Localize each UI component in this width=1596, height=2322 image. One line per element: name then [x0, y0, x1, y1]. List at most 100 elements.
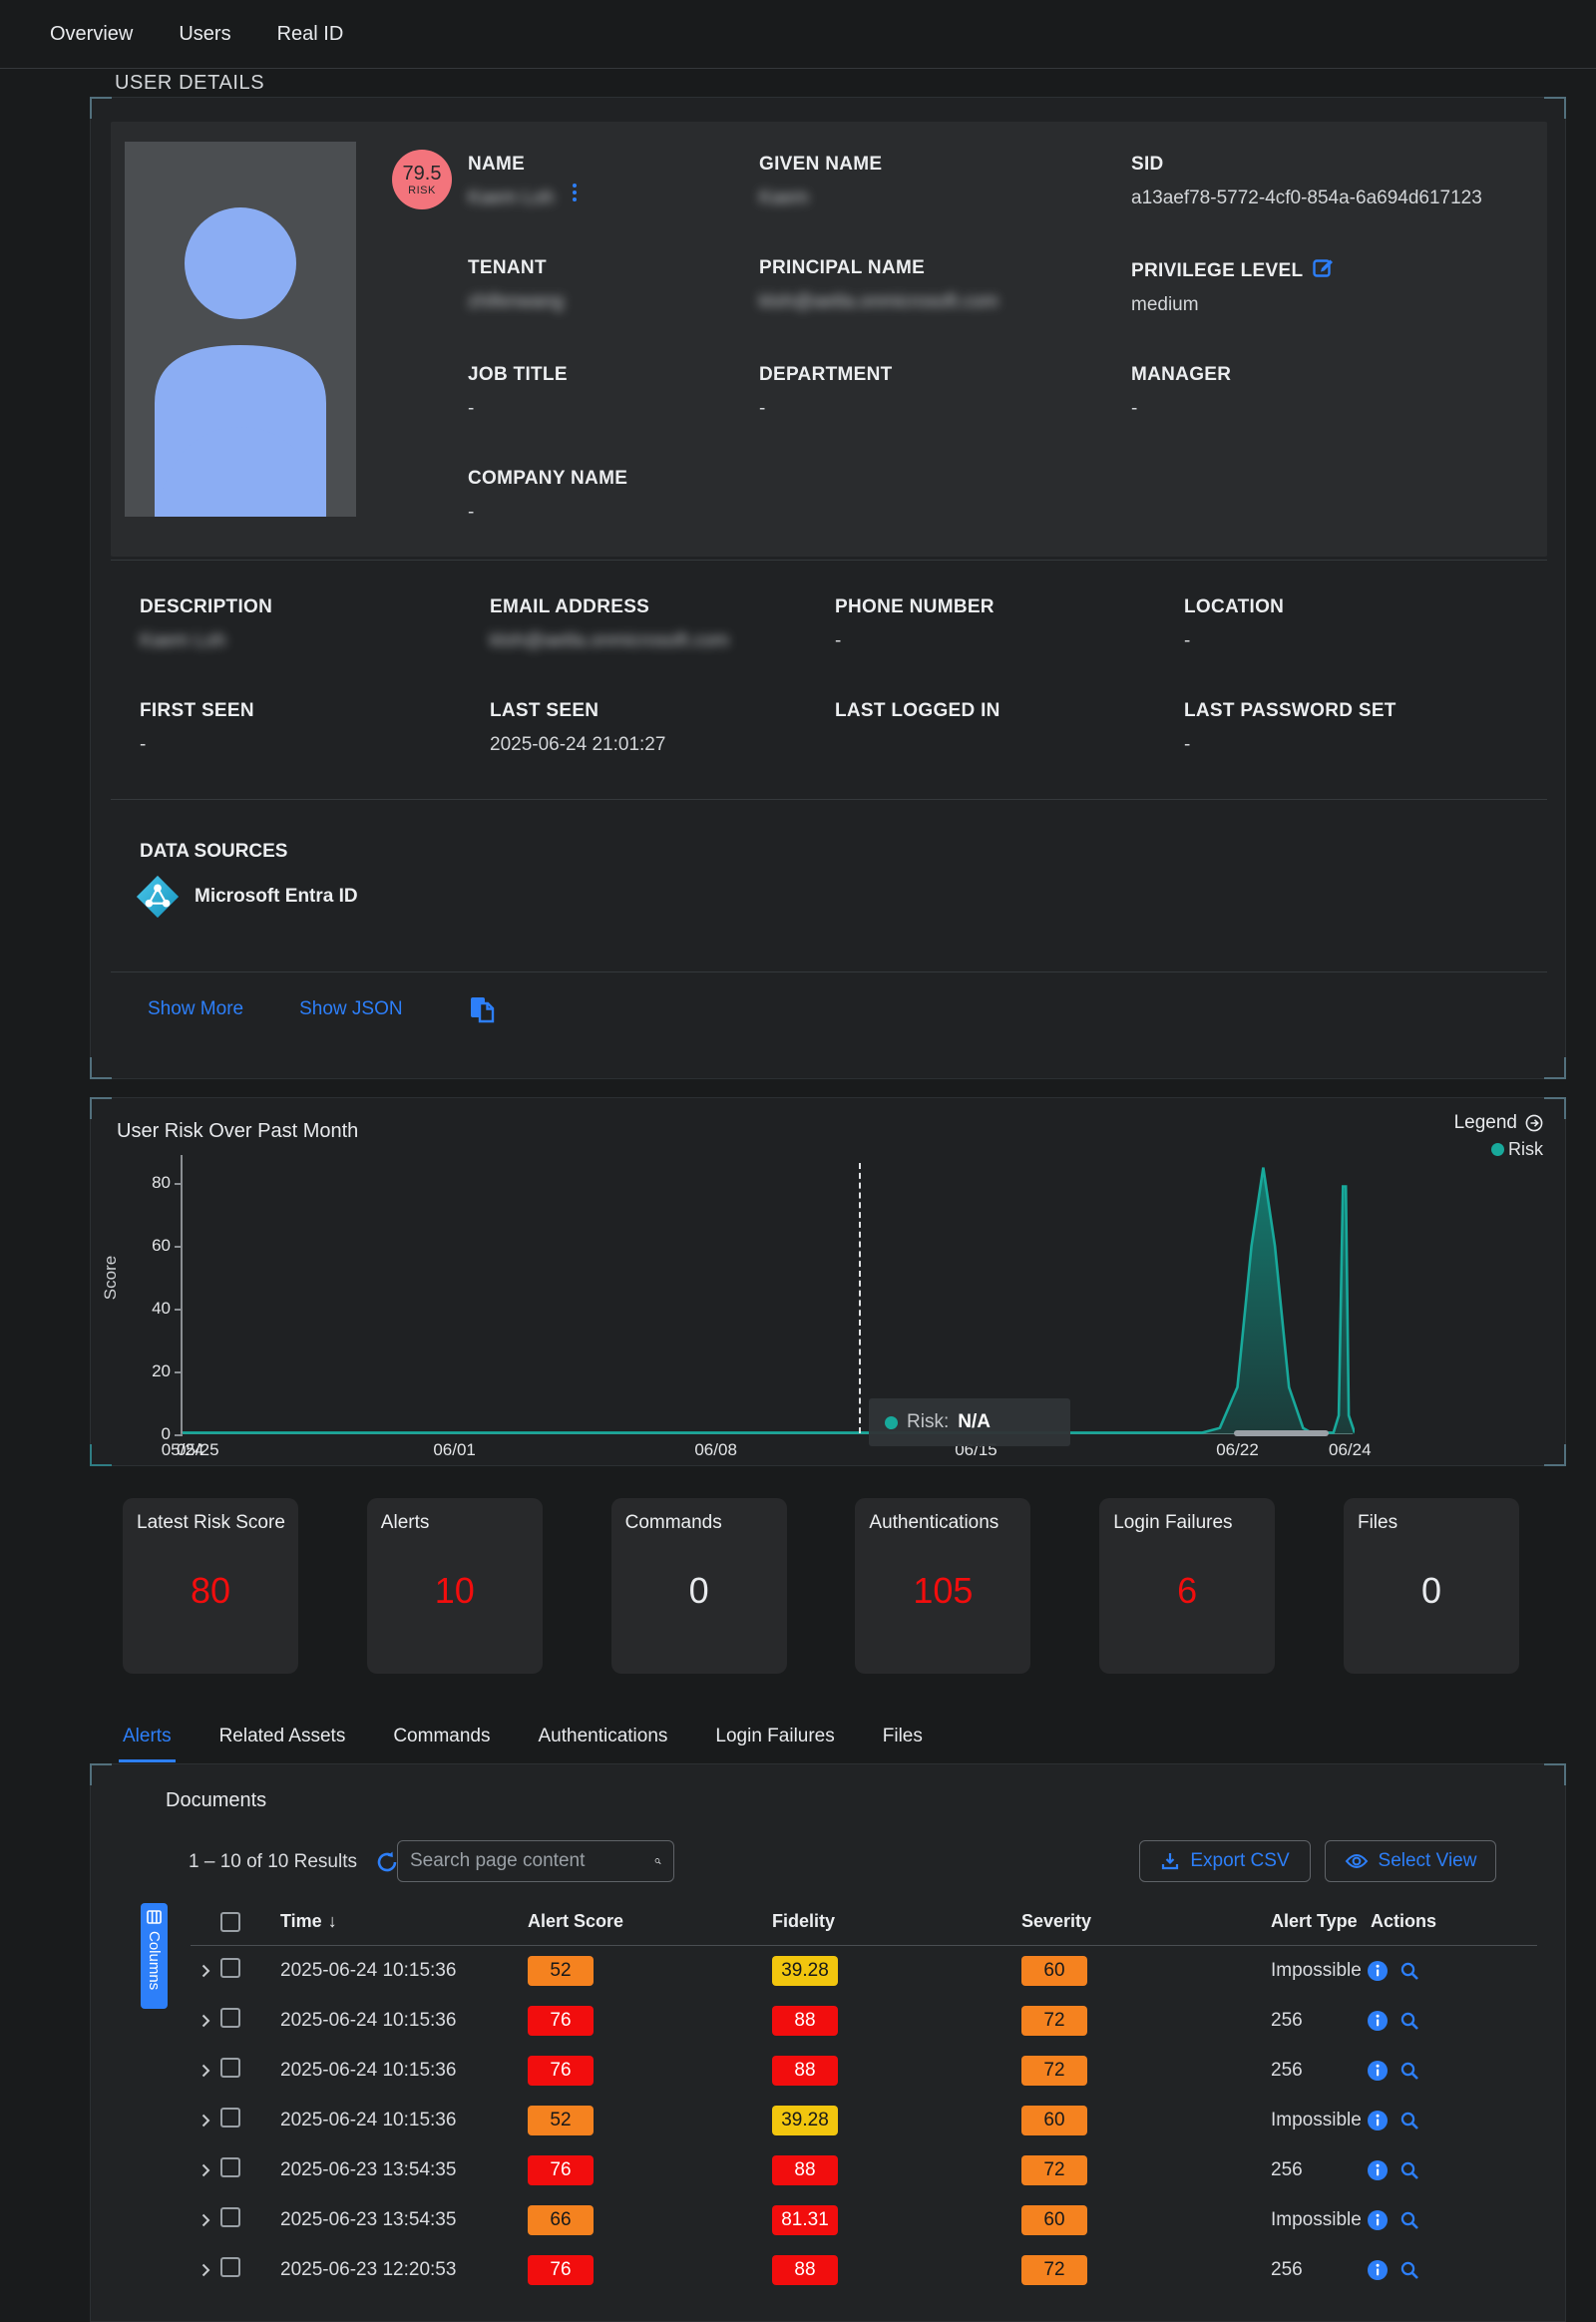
- nav-item-users[interactable]: Users: [179, 23, 230, 46]
- field-value: -: [468, 502, 759, 524]
- tooltip-value: N/A: [958, 1411, 991, 1433]
- field-location: LOCATION -: [1184, 596, 1396, 652]
- more-menu-icon[interactable]: [573, 184, 577, 201]
- column-header-time[interactable]: Time↓: [262, 1911, 515, 1932]
- cell-alert-type: Impossible: [1258, 1960, 1358, 1982]
- tab-commands[interactable]: Commands: [389, 1720, 494, 1762]
- field-value: -: [468, 398, 759, 420]
- investigate-icon[interactable]: [1399, 1961, 1419, 1981]
- y-axis-tick: 60: [131, 1236, 171, 1256]
- field-value: -: [835, 630, 1184, 652]
- severity-badge: 60: [1021, 2106, 1087, 2135]
- risk-chart-plot[interactable]: 020406080 05/2405/2506/0106/0806/1506/22…: [181, 1155, 1353, 1434]
- info-icon[interactable]: [1368, 2210, 1388, 2230]
- tab-login-failures[interactable]: Login Failures: [711, 1720, 838, 1762]
- show-json-link[interactable]: Show JSON: [299, 998, 402, 1020]
- refresh-icon[interactable]: [375, 1850, 399, 1874]
- stat-value: 10: [367, 1570, 543, 1612]
- user-details-title: USER DETAILS: [115, 72, 264, 95]
- row-checkbox[interactable]: [220, 2157, 240, 2177]
- search-input[interactable]: [410, 1850, 654, 1872]
- cell-alert-type: 256: [1258, 2060, 1358, 2082]
- info-icon[interactable]: [1368, 2061, 1388, 2081]
- legend-toggle[interactable]: Legend: [1454, 1112, 1543, 1134]
- row-checkbox[interactable]: [220, 2257, 240, 2277]
- column-header-severity[interactable]: Severity: [1008, 1911, 1258, 1932]
- fidelity-badge: 39.28: [772, 2106, 838, 2135]
- row-checkbox[interactable]: [220, 2207, 240, 2227]
- field-last-password-set: LAST PASSWORD SET -: [1184, 700, 1396, 756]
- field-value: a13aef78-5772-4cf0-854a-6a694d617123: [1131, 188, 1482, 209]
- tab-files[interactable]: Files: [879, 1720, 927, 1762]
- investigate-icon[interactable]: [1399, 2210, 1419, 2230]
- expand-row-icon[interactable]: [191, 1964, 220, 1978]
- expand-row-icon[interactable]: [191, 2014, 220, 2028]
- stat-card-latest-risk-score: Latest Risk Score 80: [123, 1498, 298, 1674]
- expand-row-icon[interactable]: [191, 2064, 220, 2078]
- risk-chart-panel: User Risk Over Past Month Legend Risk Sc…: [90, 1097, 1566, 1466]
- stat-card-login-failures: Login Failures 6: [1099, 1498, 1275, 1674]
- tab-authentications[interactable]: Authentications: [534, 1720, 671, 1762]
- info-icon[interactable]: [1368, 2160, 1388, 2180]
- copy-icon[interactable]: [469, 995, 495, 1023]
- info-icon[interactable]: [1368, 2011, 1388, 2031]
- tab-related-assets[interactable]: Related Assets: [215, 1720, 350, 1762]
- alert-score-badge: 66: [528, 2205, 594, 2235]
- field-value: -: [1184, 630, 1396, 652]
- nav-item-real-id[interactable]: Real ID: [277, 23, 344, 46]
- field-label: DEPARTMENT: [759, 364, 1131, 386]
- sort-desc-icon: ↓: [328, 1911, 337, 1931]
- nav-item-overview[interactable]: Overview: [50, 23, 133, 46]
- columns-button[interactable]: Columns: [141, 1903, 168, 2009]
- fidelity-badge: 88: [772, 2056, 838, 2086]
- row-checkbox[interactable]: [220, 1958, 240, 1978]
- investigate-icon[interactable]: [1399, 2061, 1419, 2081]
- edit-privilege-icon[interactable]: [1313, 257, 1335, 279]
- axis-brush-handle[interactable]: [1234, 1430, 1329, 1436]
- documents-title: Documents: [166, 1789, 266, 1812]
- show-more-link[interactable]: Show More: [148, 998, 243, 1020]
- select-all-checkbox[interactable]: [220, 1912, 240, 1932]
- x-axis-tick: 06/01: [433, 1440, 476, 1460]
- column-header-fidelity[interactable]: Fidelity: [759, 1911, 1008, 1932]
- field-label: LAST PASSWORD SET: [1184, 700, 1396, 722]
- cell-time: 2025-06-23 12:20:53: [262, 2259, 515, 2281]
- info-icon[interactable]: [1368, 2260, 1388, 2280]
- user-fields-grid: 79.5 RISK NAME Kaem Loh GIVEN NAME Kaem …: [392, 154, 1482, 524]
- cell-time: 2025-06-23 13:54:35: [262, 2209, 515, 2231]
- row-checkbox[interactable]: [220, 2058, 240, 2078]
- select-view-button[interactable]: Select View: [1325, 1840, 1496, 1882]
- column-header-alert-type[interactable]: Alert Type: [1258, 1911, 1358, 1932]
- investigate-icon[interactable]: [1399, 2011, 1419, 2031]
- legend-item-risk[interactable]: Risk: [1454, 1139, 1543, 1160]
- avatar: [125, 142, 356, 517]
- expand-row-icon[interactable]: [191, 2114, 220, 2128]
- info-icon[interactable]: [1368, 2111, 1388, 2130]
- field-label: PRIVILEGE LEVEL: [1131, 257, 1482, 282]
- stats-row: Latest Risk Score 80 Alerts 10 Commands …: [123, 1498, 1519, 1674]
- investigate-icon[interactable]: [1399, 2160, 1419, 2180]
- divider: [111, 799, 1547, 800]
- row-checkbox[interactable]: [220, 2008, 240, 2028]
- field-tenant: TENANT zhifenwang: [392, 257, 759, 316]
- info-icon[interactable]: [1368, 1961, 1388, 1981]
- export-csv-button[interactable]: Export CSV: [1139, 1840, 1311, 1882]
- y-axis-ticks: 020406080: [131, 1155, 171, 1434]
- cell-time: 2025-06-24 10:15:36: [262, 2010, 515, 2032]
- field-value: kloh@aetla.onmicrosoft.com: [759, 291, 1131, 313]
- expand-row-icon[interactable]: [191, 2263, 220, 2277]
- table-row: 2025-06-24 10:15:36 76 88 72 256: [191, 1996, 1537, 2046]
- row-checkbox[interactable]: [220, 2108, 240, 2128]
- expand-row-icon[interactable]: [191, 2163, 220, 2177]
- column-header-alert-score[interactable]: Alert Score: [515, 1911, 759, 1932]
- search-icon[interactable]: [654, 1851, 661, 1871]
- tab-alerts[interactable]: Alerts: [119, 1720, 176, 1762]
- panel-corner: [90, 1763, 112, 1785]
- investigate-icon[interactable]: [1399, 2111, 1419, 2130]
- expand-row-icon[interactable]: [191, 2213, 220, 2227]
- legend-title: Legend: [1454, 1112, 1517, 1134]
- investigate-icon[interactable]: [1399, 2260, 1419, 2280]
- severity-badge: 60: [1021, 1956, 1087, 1986]
- field-label: FIRST SEEN: [140, 700, 490, 722]
- field-phone: PHONE NUMBER -: [835, 596, 1184, 652]
